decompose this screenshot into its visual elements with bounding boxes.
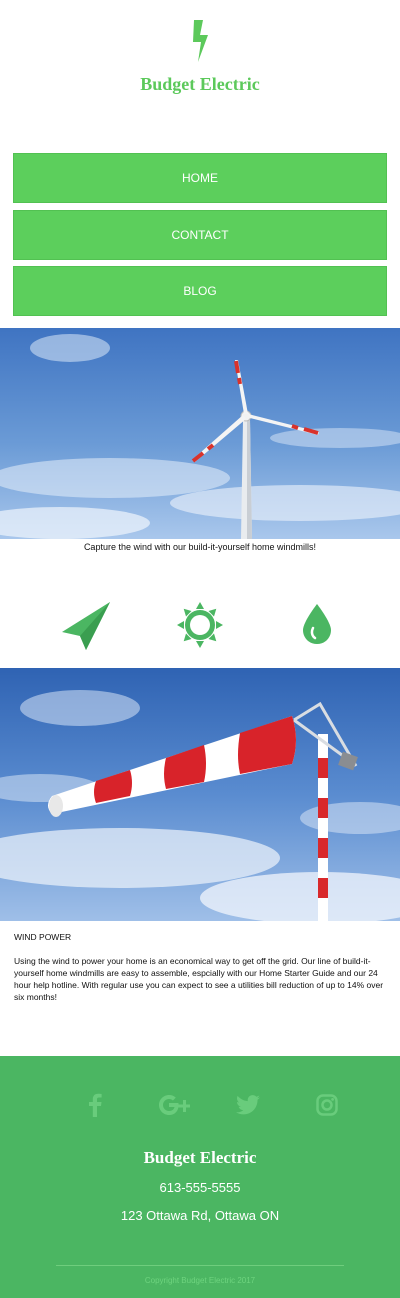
hero-caption: Capture the wind with our build-it-yours… (83, 542, 317, 552)
footer-copyright: Copyright Budget Electric 2017 (144, 1276, 256, 1285)
site-header: Budget Electric (0, 0, 400, 130)
lightning-bolt-icon (193, 20, 208, 62)
google-plus-icon[interactable] (156, 1092, 192, 1118)
section-body: Using the wind to power your home is an … (14, 956, 384, 1002)
nav-contact-button[interactable]: CONTACT (13, 210, 387, 260)
brand-title[interactable]: Budget Electric (0, 74, 400, 95)
sun-icon (177, 602, 223, 648)
wind-turbine-photo (0, 328, 400, 539)
instagram-icon[interactable] (309, 1092, 345, 1118)
footer-divider (56, 1265, 344, 1266)
footer-address: 123 Ottawa Rd, Ottawa ON (120, 1208, 280, 1223)
nav-blog-button[interactable]: BLOG (13, 266, 387, 316)
paper-plane-icon (62, 602, 110, 650)
section-title: WIND POWER (14, 932, 72, 942)
facebook-icon[interactable] (77, 1092, 113, 1118)
water-drop-icon (303, 604, 331, 644)
footer-brand: Budget Electric (143, 1148, 257, 1167)
footer-phone[interactable]: 613-555-5555 (0, 1180, 400, 1195)
windsock-photo (0, 668, 400, 921)
site-footer: Budget Electric 613-555-5555 123 Ottawa … (0, 1056, 400, 1298)
twitter-icon[interactable] (230, 1092, 266, 1118)
nav-home-button[interactable]: HOME (13, 153, 387, 203)
